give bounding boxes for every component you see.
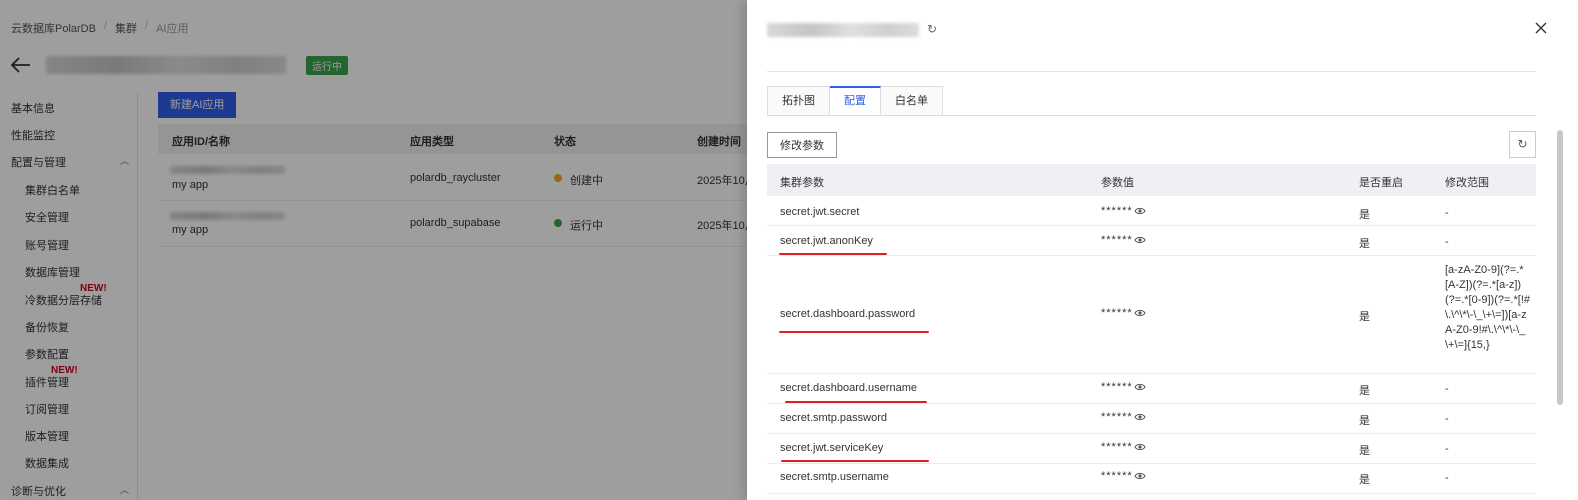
param-value: ****** bbox=[1101, 307, 1133, 319]
divider bbox=[767, 115, 1536, 116]
table-row: secret.dashboard.username ****** 是 - bbox=[767, 374, 1536, 404]
param-restart: 是 bbox=[1359, 385, 1370, 397]
param-name: secret.dashboard.password bbox=[780, 308, 916, 320]
param-restart: 是 bbox=[1359, 415, 1370, 427]
eye-icon[interactable] bbox=[1134, 381, 1146, 396]
eye-icon[interactable] bbox=[1134, 205, 1146, 220]
annotation-underline bbox=[785, 401, 927, 403]
eye-icon[interactable] bbox=[1134, 307, 1146, 322]
param-restart: 是 bbox=[1359, 311, 1370, 323]
param-range: - bbox=[1445, 236, 1449, 248]
param-restart: 是 bbox=[1359, 445, 1370, 457]
param-name: secret.jwt.serviceKey bbox=[780, 442, 884, 454]
param-name: secret.smtp.username bbox=[780, 471, 889, 483]
param-range: - bbox=[1445, 383, 1449, 395]
param-value: ****** bbox=[1101, 470, 1133, 482]
refresh-icon[interactable]: ↻ bbox=[927, 22, 937, 36]
param-name: secret.jwt.anonKey bbox=[780, 235, 873, 247]
tab-whitelist[interactable]: 白名单 bbox=[881, 86, 943, 116]
param-range: - bbox=[1445, 207, 1449, 219]
param-value: ****** bbox=[1101, 441, 1133, 453]
param-restart: 是 bbox=[1359, 209, 1370, 221]
param-value: ****** bbox=[1101, 381, 1133, 393]
param-name: secret.smtp.password bbox=[780, 412, 887, 424]
annotation-underline bbox=[781, 460, 929, 462]
param-range: [a-zA-Z0-9](?=.*[A-Z])(?=.*[a-z])(?=.*[0… bbox=[1445, 264, 1530, 351]
table-row: secret.smtp.username ****** 是 - bbox=[767, 464, 1536, 494]
param-range: - bbox=[1445, 443, 1449, 455]
column-header: 修改范围 bbox=[1445, 177, 1489, 189]
column-header: 集群参数 bbox=[780, 177, 824, 189]
param-name: secret.jwt.secret bbox=[780, 206, 860, 218]
param-restart: 是 bbox=[1359, 238, 1370, 250]
param-value: ****** bbox=[1101, 411, 1133, 423]
eye-icon[interactable] bbox=[1134, 470, 1146, 485]
annotation-underline bbox=[779, 331, 929, 333]
close-icon[interactable] bbox=[1533, 20, 1549, 36]
table-row: secret.dashboard.password ****** 是 [a-zA… bbox=[767, 256, 1536, 374]
scrollbar-thumb[interactable] bbox=[1557, 130, 1563, 405]
param-restart: 是 bbox=[1359, 474, 1370, 486]
drawer-title-redacted bbox=[767, 23, 919, 37]
refresh-button[interactable]: ↻ bbox=[1509, 131, 1536, 158]
param-name: secret.dashboard.username bbox=[780, 382, 917, 394]
refresh-icon: ↻ bbox=[1517, 137, 1528, 151]
tab-config[interactable]: 配置 bbox=[830, 86, 881, 116]
config-drawer: ↻ 拓扑图 配置 白名单 修改参数 ↻ 集群参数 参数值 是否重启 修改范围 s… bbox=[747, 0, 1578, 500]
divider bbox=[767, 71, 1536, 72]
drawer-tabs: 拓扑图 配置 白名单 bbox=[767, 86, 943, 116]
params-table-header: 集群参数 参数值 是否重启 修改范围 bbox=[767, 164, 1536, 196]
modify-params-button[interactable]: 修改参数 bbox=[767, 132, 837, 158]
modal-overlay[interactable] bbox=[0, 0, 747, 500]
table-row: secret.jwt.secret ****** 是 - bbox=[767, 196, 1536, 226]
table-row: secret.smtp.password ****** 是 - bbox=[767, 404, 1536, 434]
param-range: - bbox=[1445, 472, 1449, 484]
column-header: 参数值 bbox=[1101, 177, 1134, 189]
tab-topology[interactable]: 拓扑图 bbox=[767, 86, 830, 116]
eye-icon[interactable] bbox=[1134, 234, 1146, 249]
param-range: - bbox=[1445, 413, 1449, 425]
param-value: ****** bbox=[1101, 234, 1133, 246]
eye-icon[interactable] bbox=[1134, 441, 1146, 456]
column-header: 是否重启 bbox=[1359, 177, 1403, 189]
eye-icon[interactable] bbox=[1134, 411, 1146, 426]
table-row: secret.jwt.serviceKey ****** 是 - bbox=[767, 434, 1536, 464]
table-row: secret.jwt.anonKey ****** 是 - bbox=[767, 226, 1536, 256]
annotation-underline bbox=[779, 253, 887, 255]
param-value: ****** bbox=[1101, 205, 1133, 217]
